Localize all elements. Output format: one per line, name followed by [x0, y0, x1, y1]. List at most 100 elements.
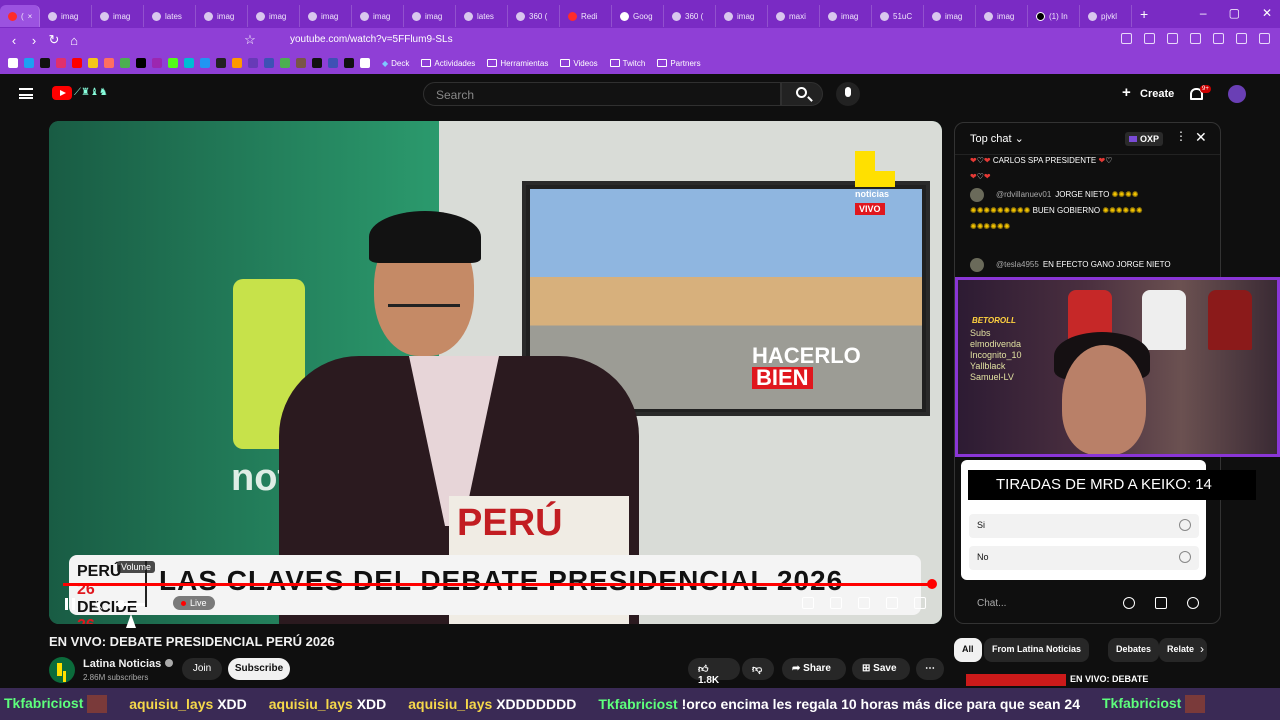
- browser-tab[interactable]: imag: [404, 5, 456, 27]
- browser-tab[interactable]: imag: [976, 5, 1028, 27]
- more-actions-icon[interactable]: ⋯: [916, 658, 944, 680]
- search-input[interactable]: Search: [423, 82, 781, 106]
- bookmark-deck[interactable]: ◆ Deck: [382, 59, 409, 68]
- browser-tab[interactable]: maxi: [768, 5, 820, 27]
- live-badge[interactable]: Live: [173, 596, 215, 610]
- subscribe-button[interactable]: Subscribe: [228, 658, 290, 680]
- create-button[interactable]: + Create: [1114, 82, 1176, 106]
- extension-icon[interactable]: [1213, 33, 1224, 44]
- bookmark-favicon-icon[interactable]: [232, 58, 242, 68]
- share-button[interactable]: ➦ Share: [782, 658, 846, 680]
- progress-bar[interactable]: [63, 583, 929, 586]
- extension-icon[interactable]: [1190, 33, 1201, 44]
- browser-tab[interactable]: 51uC: [872, 5, 924, 27]
- heart-icon[interactable]: [1187, 597, 1199, 609]
- doodle-icon[interactable]: ⟋♜♝♞: [74, 87, 108, 98]
- url-field[interactable]: youtube.com/watch?v=5FFlum9-SLs: [266, 31, 986, 49]
- bookmark-favicon-icon[interactable]: [120, 58, 130, 68]
- bookmark-favicon-icon[interactable]: [104, 58, 114, 68]
- bookmark-favicon-icon[interactable]: [264, 58, 274, 68]
- bookmark-favicon-icon[interactable]: [72, 58, 82, 68]
- volume-handle[interactable]: [117, 600, 125, 608]
- bookmark-favicon-icon[interactable]: [344, 58, 354, 68]
- maximize-icon[interactable]: ▢: [1229, 6, 1240, 20]
- bookmark-favicon-icon[interactable]: [168, 58, 178, 68]
- volume-muted-icon[interactable]: 🔇︎: [95, 597, 103, 613]
- emoji-icon[interactable]: [1123, 597, 1135, 609]
- browser-tab[interactable]: lates: [456, 5, 508, 27]
- bookmark-favicon-icon[interactable]: [280, 58, 290, 68]
- filter-chip[interactable]: Debates: [1108, 638, 1160, 662]
- settings-gear-icon[interactable]: [858, 597, 870, 609]
- chat-input[interactable]: Chat...: [969, 593, 1207, 615]
- points-badge[interactable]: OXP: [1125, 132, 1164, 146]
- youtube-logo-icon[interactable]: [52, 86, 72, 100]
- bookmark-favicon-icon[interactable]: [296, 58, 306, 68]
- bookmark-favicon-icon[interactable]: [360, 58, 370, 68]
- menu-icon[interactable]: [19, 88, 33, 99]
- join-button[interactable]: Join: [182, 658, 222, 680]
- minimize-icon[interactable]: –: [1200, 6, 1207, 20]
- new-tab-icon[interactable]: +: [1140, 6, 1148, 22]
- browser-tab[interactable]: imag: [300, 5, 352, 27]
- browser-tab[interactable]: 360 (: [664, 5, 716, 27]
- browser-tab[interactable]: imag: [352, 5, 404, 27]
- home-icon[interactable]: ⌂: [64, 33, 84, 48]
- apps-icon[interactable]: [8, 58, 18, 68]
- browser-tab[interactable]: Goog: [612, 5, 664, 27]
- voice-search-icon[interactable]: [836, 82, 860, 106]
- more-options-icon[interactable]: ⋮: [1175, 129, 1187, 143]
- browser-tab[interactable]: imag: [92, 5, 144, 27]
- extension-icon[interactable]: [1144, 33, 1155, 44]
- bookmark-favicon-icon[interactable]: [40, 58, 50, 68]
- bookmark-favicon-icon[interactable]: [200, 58, 210, 68]
- theater-mode-icon[interactable]: [886, 597, 898, 609]
- related-title[interactable]: EN VIVO: DEBATE: [1070, 674, 1148, 684]
- filter-chip[interactable]: All: [954, 638, 982, 662]
- channel-name[interactable]: Latina Noticias: [83, 658, 174, 670]
- bookmark-favicon-icon[interactable]: [216, 58, 226, 68]
- filter-chip[interactable]: From Latina Noticias: [984, 638, 1090, 662]
- chat-mode-dropdown[interactable]: Top chat ⌄: [970, 132, 1024, 145]
- browser-tab[interactable]: lates: [144, 5, 196, 27]
- bookmark-favicon-icon[interactable]: [184, 58, 194, 68]
- menu-icon[interactable]: [1259, 33, 1270, 44]
- browser-tab[interactable]: imag: [924, 5, 976, 27]
- browser-tab[interactable]: pjvkl: [1080, 5, 1132, 27]
- avatar[interactable]: [970, 187, 984, 202]
- bookmark-favicon-icon[interactable]: [328, 58, 338, 68]
- video-player[interactable]: not HACERLO BIEN PERÚ noticias VIVO PERÚ…: [49, 121, 942, 624]
- browser-tab[interactable]: imag: [820, 5, 872, 27]
- browser-tab[interactable]: Redi: [560, 5, 612, 27]
- browser-tab[interactable]: imag: [40, 5, 92, 27]
- bookmark-favicon-icon[interactable]: [152, 58, 162, 68]
- close-icon[interactable]: ✕: [1195, 129, 1207, 146]
- pause-icon[interactable]: [65, 598, 75, 610]
- extension-icon[interactable]: [1236, 33, 1247, 44]
- bookmark-folder-videos[interactable]: Videos: [560, 59, 598, 68]
- bookmark-favicon-icon[interactable]: [56, 58, 66, 68]
- chevron-right-icon[interactable]: ›: [1200, 642, 1204, 656]
- reload-icon[interactable]: ↻: [44, 32, 64, 48]
- bookmark-folder-actividades[interactable]: Actividades: [421, 59, 475, 68]
- poll-option[interactable]: No: [969, 546, 1199, 570]
- bookmark-favicon-icon[interactable]: [136, 58, 146, 68]
- forward-icon[interactable]: ›: [24, 33, 44, 48]
- dislike-button[interactable]: 👎︎: [742, 658, 774, 680]
- captions-icon[interactable]: [830, 597, 842, 609]
- avatar[interactable]: [970, 257, 984, 272]
- browser-tab[interactable]: (1) In: [1028, 5, 1080, 27]
- extension-icon[interactable]: [1167, 33, 1178, 44]
- bookmark-favicon-icon[interactable]: [248, 58, 258, 68]
- back-icon[interactable]: ‹: [4, 33, 24, 48]
- bookmark-folder-partners[interactable]: Partners: [657, 59, 701, 68]
- super-chat-icon[interactable]: [1155, 597, 1167, 609]
- autoplay-toggle-icon[interactable]: [802, 597, 814, 609]
- bookmark-icon[interactable]: ☆: [240, 32, 260, 48]
- browser-tab[interactable]: imag: [716, 5, 768, 27]
- browser-tab[interactable]: imag: [248, 5, 300, 27]
- bookmark-favicon-icon[interactable]: [312, 58, 322, 68]
- bookmark-favicon-icon[interactable]: [88, 58, 98, 68]
- bookmark-folder-herramientas[interactable]: Herramientas: [487, 59, 548, 68]
- like-button[interactable]: 👍︎ 1.8K: [688, 658, 740, 686]
